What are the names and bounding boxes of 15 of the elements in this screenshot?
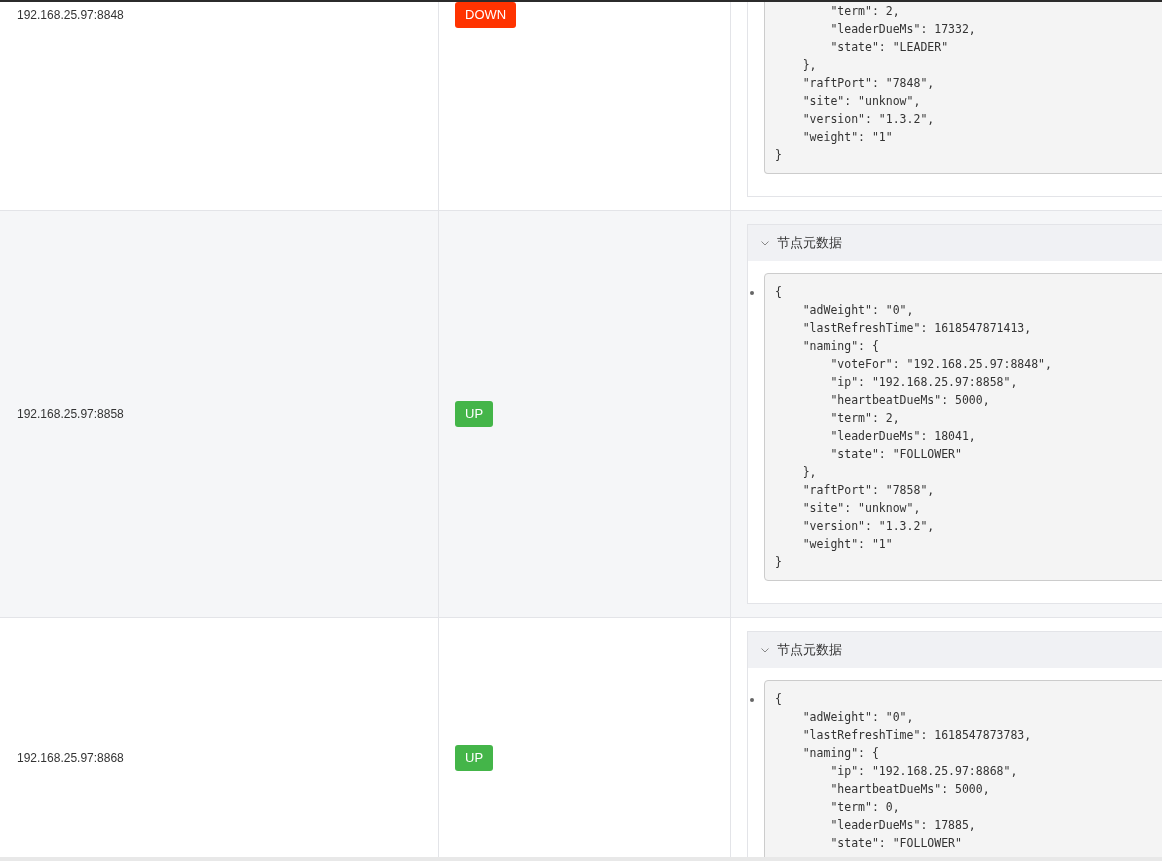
bullet-icon: [750, 291, 754, 295]
status-badge: UP: [455, 745, 494, 771]
panel-title: 节点元数据: [777, 641, 842, 659]
status-badge: UP: [455, 401, 494, 427]
panel-header[interactable]: 节点元数据: [748, 632, 1162, 668]
json-code-block: { "adWeight": "0", "lastRefreshTime": 1618547873783, "naming": { "ip": "192.168.25.97:8868", "heartbeatDueMs": 5000, "term": 0, "leaderDueMs": 17885, "state": "FOLLOWER": [764, 680, 1162, 857]
panel-title: 节点元数据: [777, 234, 842, 252]
bullet-icon: [750, 698, 754, 702]
json-code-block: { "adWeight": "0", "lastRefreshTime": 1618547871413, "naming": { "voteFor": "192.168.25.97:8848", "ip": "192.168.25.97:8858", "heartbeatDueMs": 5000, "term": 2, "leaderDueMs": 18041, "state": "FOLLOWER" }, "raftPort": "7858", "site": "unknow", "version": "1.3.2", "weight": "1" }: [764, 273, 1162, 581]
node-address: 192.168.25.97:8848: [17, 8, 124, 22]
json-code-block: "term": 2, "leaderDueMs": 17332, "state": "LEADER" }, "raftPort": "7848", "site": "unknow", "version": "1.3.2", "weight": "1" }: [764, 2, 1162, 174]
node-address: 192.168.25.97:8858: [17, 407, 124, 421]
panel-header[interactable]: 节点元数据: [748, 225, 1162, 261]
node-address: 192.168.25.97:8868: [17, 751, 124, 765]
status-badge: DOWN: [455, 2, 517, 28]
